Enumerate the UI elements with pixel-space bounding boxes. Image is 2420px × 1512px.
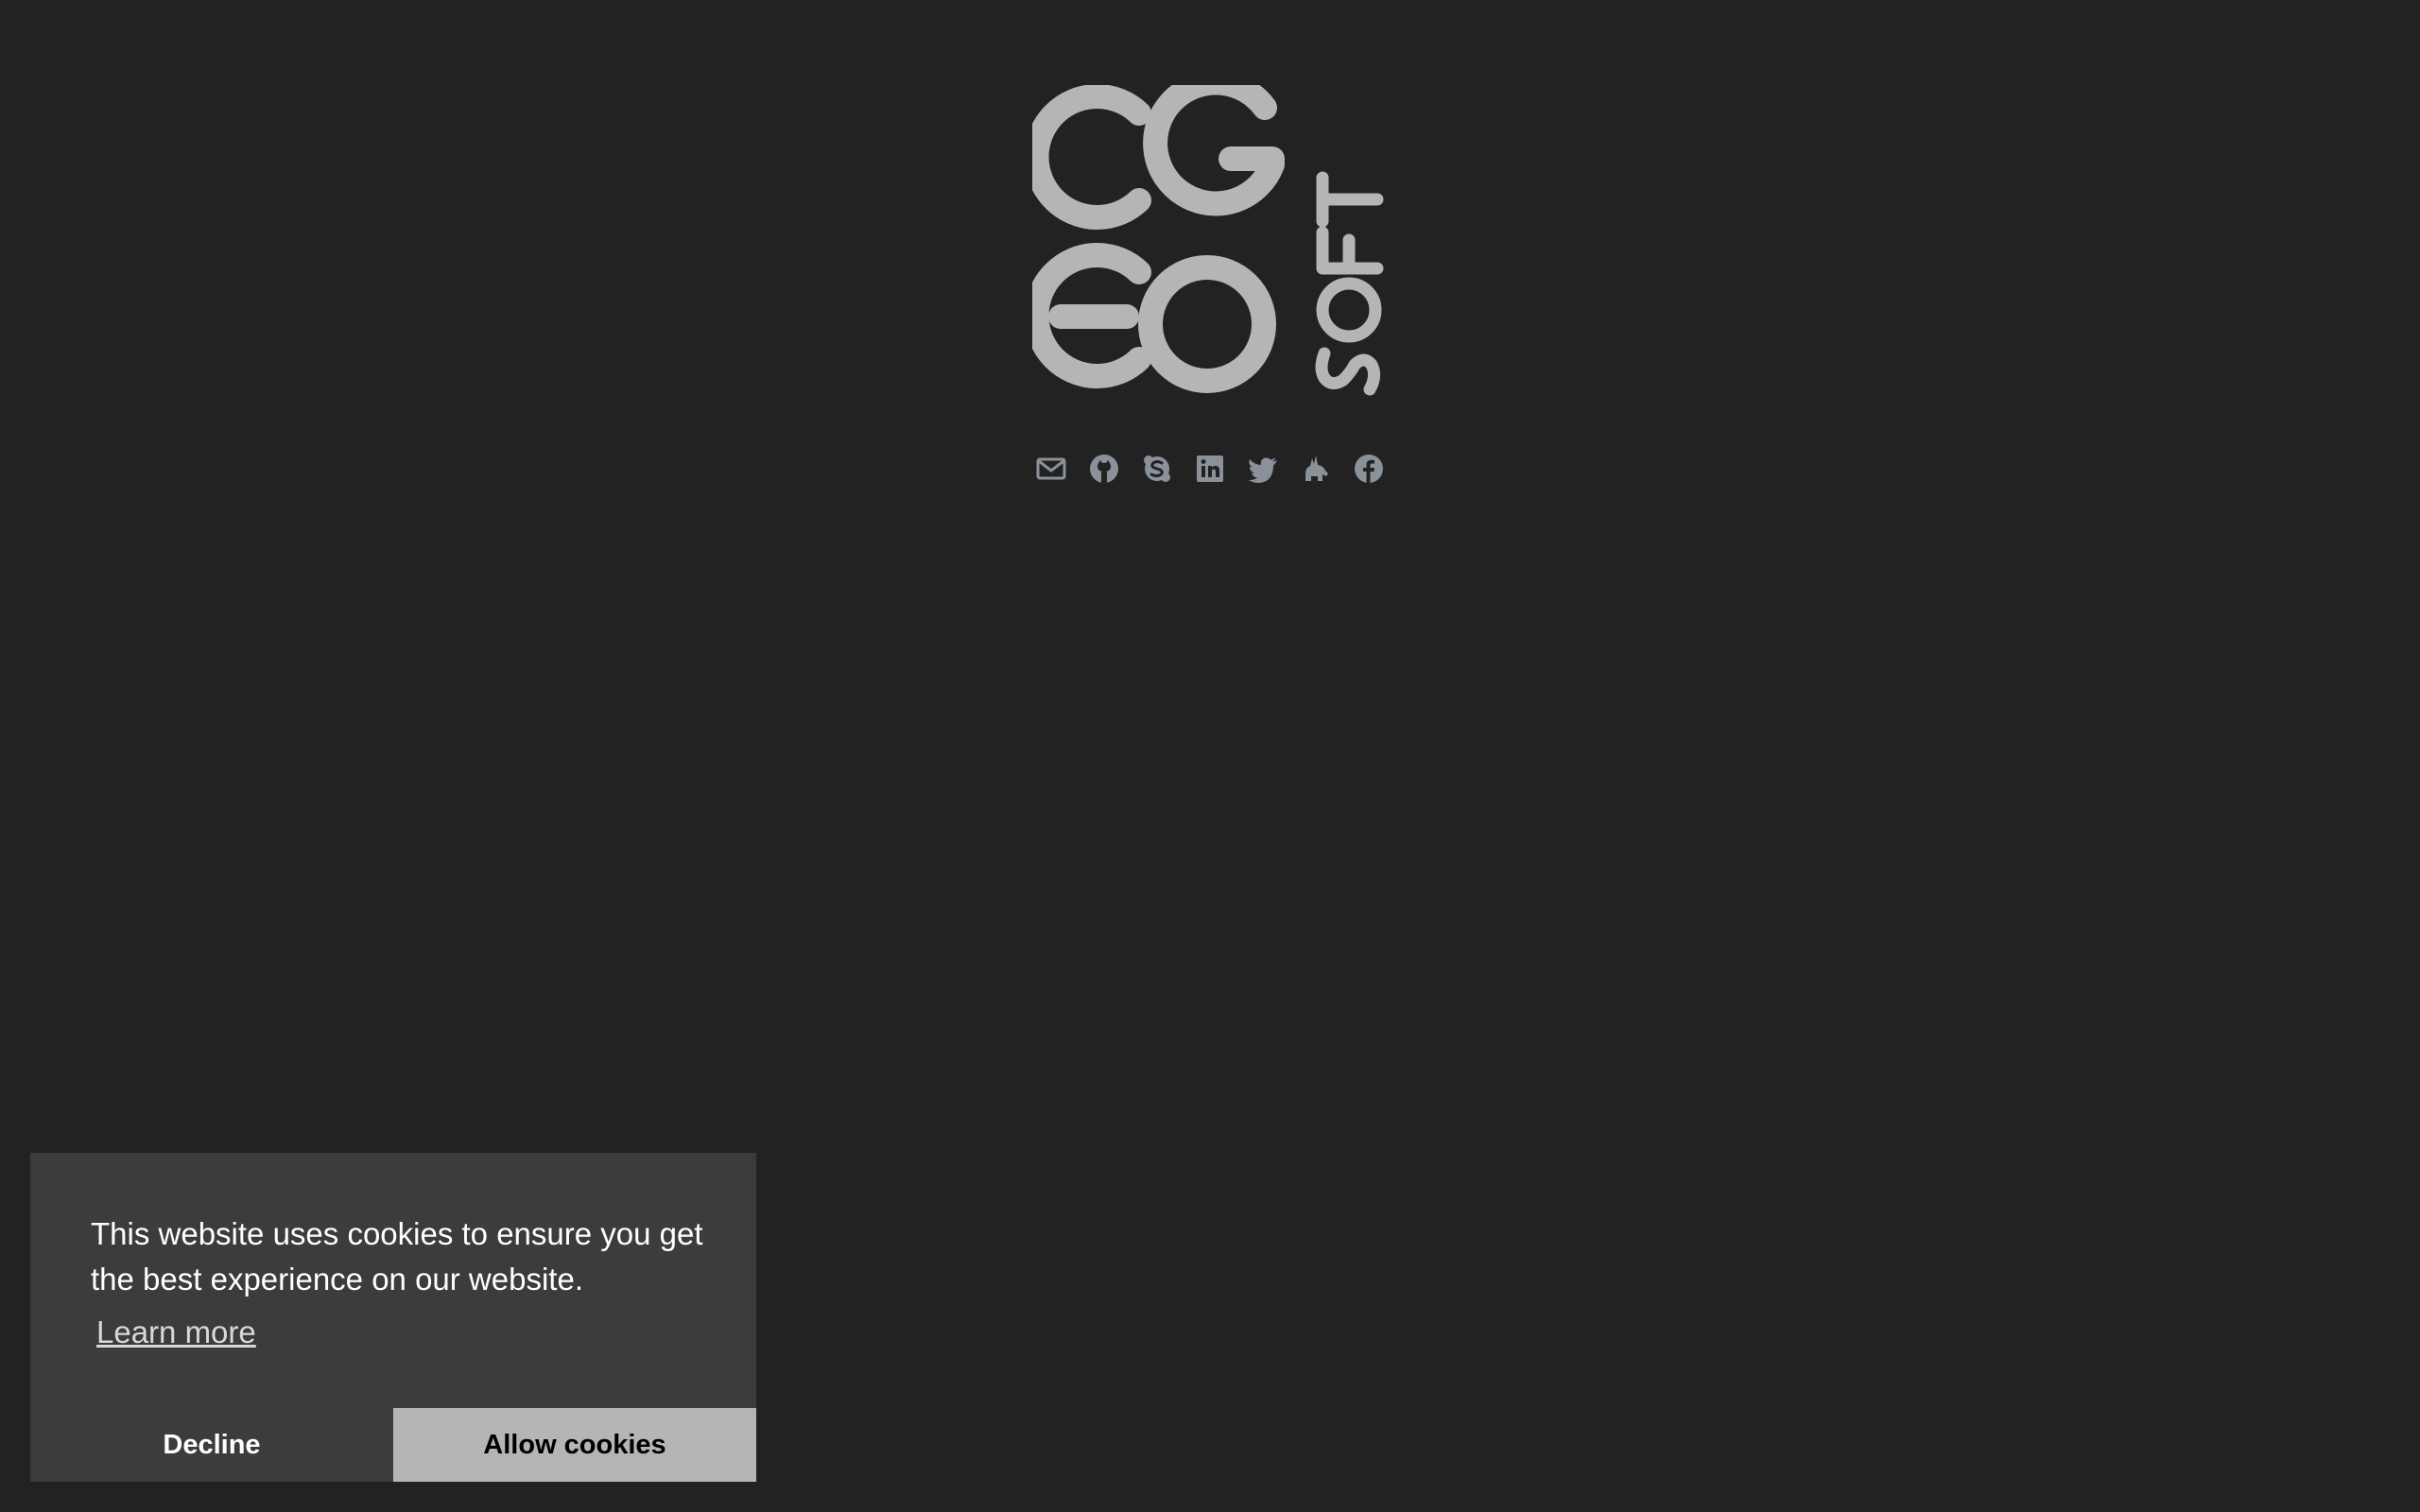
twitter-icon — [1248, 457, 1277, 483]
unicorn-link[interactable] — [1300, 453, 1332, 485]
learn-more-link[interactable]: Learn more — [96, 1310, 256, 1355]
linkedin-icon — [1197, 455, 1223, 482]
skype-link[interactable] — [1141, 453, 1173, 485]
allow-cookies-button[interactable]: Allow cookies — [393, 1408, 756, 1482]
cgeo-soft-logo — [1032, 85, 1388, 403]
mail-icon — [1036, 457, 1066, 480]
linkedin-link[interactable] — [1194, 453, 1226, 485]
facebook-link[interactable] — [1353, 453, 1385, 485]
social-links — [1035, 450, 1385, 488]
cookie-message: This website uses cookies to ensure you … — [91, 1216, 703, 1297]
decline-button[interactable]: Decline — [30, 1408, 393, 1482]
page: This website uses cookies to ensure you … — [0, 0, 2420, 1512]
unicorn-icon — [1305, 455, 1328, 481]
mail-link[interactable] — [1035, 453, 1067, 485]
github-icon — [1090, 455, 1118, 483]
twitter-link[interactable] — [1247, 453, 1279, 485]
cookie-consent-banner: This website uses cookies to ensure you … — [30, 1153, 756, 1482]
facebook-icon — [1355, 455, 1383, 483]
github-link[interactable] — [1088, 453, 1120, 485]
skype-icon — [1144, 455, 1170, 482]
